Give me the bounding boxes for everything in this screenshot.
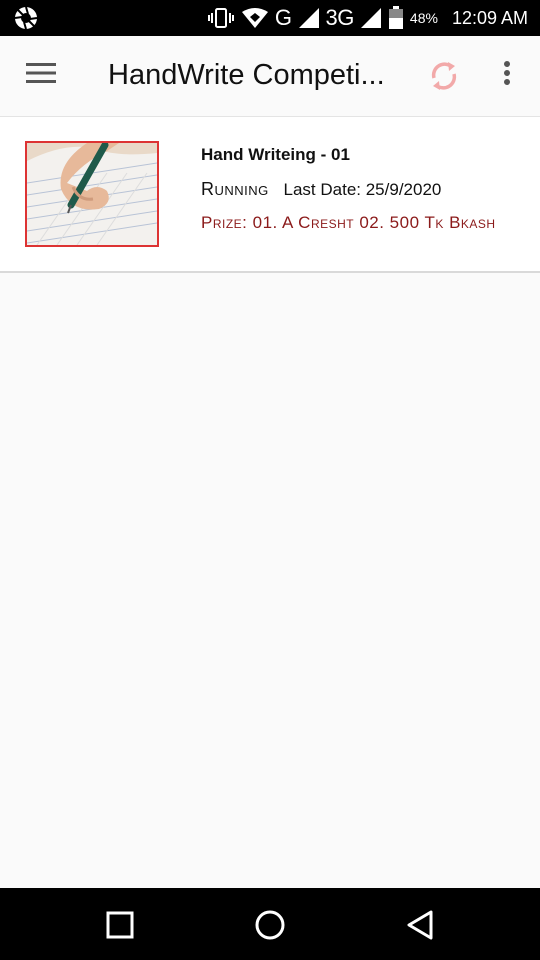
sync-icon[interactable]: [424, 56, 464, 96]
vibrate-icon: [207, 8, 234, 28]
wifi-icon: [241, 8, 268, 28]
network-type-label: G: [274, 5, 292, 30]
circle-icon[interactable]: [253, 908, 287, 942]
network-type-label-2: 3G: [325, 5, 355, 30]
app-bar: HandWrite Competi...: [0, 36, 540, 112]
handwriting-photo: [27, 143, 157, 245]
competition-card[interactable]: Hand Writeing - 01 Running Last Date: 25…: [0, 116, 540, 273]
status-badge: Running: [201, 179, 269, 199]
status-bar: G 3G 48% 12:09 AM: [0, 0, 540, 36]
signal-icon-2: [360, 8, 381, 28]
competition-meta: Running Last Date: 25/9/2020: [201, 179, 441, 200]
battery-percent: 48%: [409, 10, 438, 26]
clock: 12:09 AM: [451, 7, 528, 28]
competition-title: Hand Writeing - 01: [201, 145, 350, 164]
page-title: HandWrite Competi...: [108, 59, 385, 91]
battery-icon: [388, 6, 403, 29]
competition-thumbnail: [25, 141, 159, 247]
navigation-bar: [0, 888, 540, 960]
triangle-back-icon[interactable]: [403, 908, 437, 942]
hamburger-menu-icon[interactable]: [26, 60, 56, 86]
prize-text: Prize: 01. A Cresht 02. 500 Tk Bkash: [201, 213, 496, 232]
camera-aperture-icon: [14, 6, 38, 30]
last-date: Last Date: 25/9/2020: [283, 180, 442, 199]
more-vert-icon[interactable]: [496, 60, 518, 90]
signal-icon: [298, 8, 319, 28]
square-icon[interactable]: [103, 908, 137, 942]
